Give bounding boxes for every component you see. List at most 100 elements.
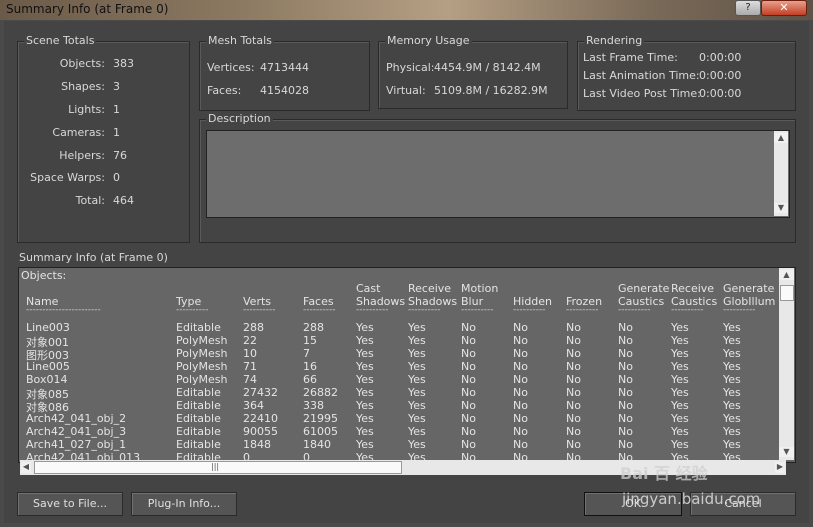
table-cell: Yes [723, 321, 741, 334]
table-cell: Yes [671, 321, 689, 334]
description-title: Description [206, 112, 273, 125]
table-cell: Yes [408, 399, 426, 412]
table-cell: Yes [356, 425, 374, 438]
column-divider: ---------- [566, 305, 599, 315]
table-cell: No [566, 360, 581, 373]
table-cell: No [618, 334, 633, 347]
table-row[interactable]: Arch41_027_obj_1 Editable 1848 1840 Yes Yes No… [19, 438, 789, 451]
table-cell: No [461, 412, 476, 425]
help-button[interactable]: ? [735, 0, 761, 16]
mesh-totals-title: Mesh Totals [206, 34, 274, 47]
scroll-left-arrow-icon[interactable]: ◀ [21, 462, 31, 473]
table-cell: Yes [671, 412, 689, 425]
table-cell: No [461, 321, 476, 334]
table-cell: No [618, 321, 633, 334]
scroll-up-arrow-icon[interactable]: ▲ [779, 270, 794, 280]
summary-vertical-scrollbar[interactable]: ▲ ▼ [779, 268, 794, 460]
table-cell: No [513, 412, 528, 425]
scene-stat-label: Total: [75, 194, 105, 207]
scroll-thumb[interactable] [780, 285, 794, 301]
table-cell: Yes [671, 399, 689, 412]
table-row[interactable]: Line005 PolyMesh 71 16 Yes Yes No No No No Yes Yes [19, 360, 789, 373]
table-cell: Line003 [26, 321, 70, 334]
table-cell: No [461, 360, 476, 373]
objects-label: Objects: [21, 269, 67, 282]
table-cell: Yes [671, 347, 689, 360]
scene-stat-value: 464 [113, 194, 134, 207]
rendering-label: Last Frame Time: [583, 51, 678, 64]
table-cell: No [461, 373, 476, 386]
table-cell: No [618, 360, 633, 373]
memory-usage-group: Memory Usage [378, 34, 568, 109]
scroll-right-arrow-icon[interactable]: ▶ [775, 462, 785, 473]
close-button[interactable]: ✕ [761, 0, 807, 16]
save-to-file-button[interactable]: Save to File... [17, 492, 123, 516]
table-row[interactable]: Arch42_041_obj_3 Editable 90055 61005 Yes Yes… [19, 425, 789, 438]
scene-stat-value: 383 [113, 57, 134, 70]
table-cell: No [461, 399, 476, 412]
table-cell: No [461, 334, 476, 347]
table-cell: No [618, 425, 633, 438]
table-row[interactable]: 图形003 PolyMesh 10 7 Yes Yes No No No No Yes Yes [19, 347, 789, 362]
table-cell: PolyMesh [176, 373, 228, 386]
description-textarea[interactable] [206, 130, 790, 218]
scene-stat-value: 0 [113, 171, 120, 184]
table-cell: Yes [356, 373, 374, 386]
column-header-top: Receive [408, 282, 452, 295]
table-cell: No [618, 438, 633, 451]
table-cell: Yes [408, 360, 426, 373]
table-cell: Yes [671, 334, 689, 347]
vertices-label: Vertices: [207, 61, 255, 74]
table-cell: Yes [408, 321, 426, 334]
table-row[interactable]: Line003 Editable 288 288 Yes Yes No No No No Yes Ye… [19, 321, 789, 334]
table-cell: Editable [176, 321, 221, 334]
table-cell: Arch42_041_obj_3 [26, 425, 127, 438]
rendering-label: Last Video Post Time: [583, 87, 701, 100]
vertices-value: 4713444 [260, 61, 309, 74]
table-row[interactable]: Box014 PolyMesh 74 66 Yes Yes No No No No Yes Yes [19, 373, 789, 386]
scroll-grip-icon: ||| [211, 462, 220, 471]
table-cell: PolyMesh [176, 360, 228, 373]
table-cell: No [618, 412, 633, 425]
table-cell: No [618, 347, 633, 360]
virtual-value: 5109.8M / 16282.9M [434, 84, 548, 97]
table-row[interactable]: Arch42_041_obj_2 Editable 22410 21995 Yes Yes… [19, 412, 789, 425]
column-divider: ---------- [243, 305, 276, 315]
memory-usage-title: Memory Usage [385, 34, 472, 47]
table-cell: No [513, 334, 528, 347]
table-cell: 16 [303, 360, 317, 373]
column-divider: ---------- [303, 305, 336, 315]
table-cell: No [513, 399, 528, 412]
table-cell: No [566, 334, 581, 347]
table-cell: Yes [408, 334, 426, 347]
scroll-down-arrow-icon[interactable]: ▼ [779, 447, 794, 457]
plugin-info-button[interactable]: Plug-In Info... [131, 492, 237, 516]
table-cell: Yes [723, 425, 741, 438]
table-cell: 364 [243, 399, 264, 412]
table-cell: Yes [408, 373, 426, 386]
column-divider: ---------- [356, 305, 389, 315]
table-cell: No [566, 386, 581, 399]
title-bar: Summary Info (at Frame 0) ? ✕ [0, 0, 813, 20]
scroll-down-arrow-icon[interactable]: ▼ [774, 203, 788, 213]
table-row[interactable]: 对象085 Editable 27432 26882 Yes Yes No No No No Yes… [19, 386, 789, 401]
table-cell: Yes [671, 438, 689, 451]
table-cell: Yes [356, 321, 374, 334]
summary-title: Summary Info (at Frame 0) [19, 251, 168, 264]
scene-stat-label: Helpers: [59, 149, 105, 162]
table-cell: Editable [176, 412, 221, 425]
table-cell: 90055 [243, 425, 278, 438]
table-cell: Yes [723, 373, 741, 386]
table-cell: Yes [671, 425, 689, 438]
table-cell: No [618, 399, 633, 412]
table-cell: No [513, 425, 528, 438]
scroll-up-arrow-icon[interactable]: ▲ [774, 133, 788, 143]
table-row[interactable]: 对象001 PolyMesh 22 15 Yes Yes No No No No Yes Yes [19, 334, 789, 349]
scroll-thumb[interactable]: ||| [34, 461, 402, 474]
baidu-logo-watermark: Bai 百 经验 [620, 464, 708, 483]
table-cell: No [566, 425, 581, 438]
table-row[interactable]: 对象086 Editable 364 338 Yes Yes No No No No Yes Yes [19, 399, 789, 414]
description-scrollbar[interactable]: ▲ ▼ [774, 131, 788, 216]
summary-list[interactable]: Objects: Cast Receive Motion Generate Receiv… [18, 267, 796, 463]
table-cell: Editable [176, 425, 221, 438]
